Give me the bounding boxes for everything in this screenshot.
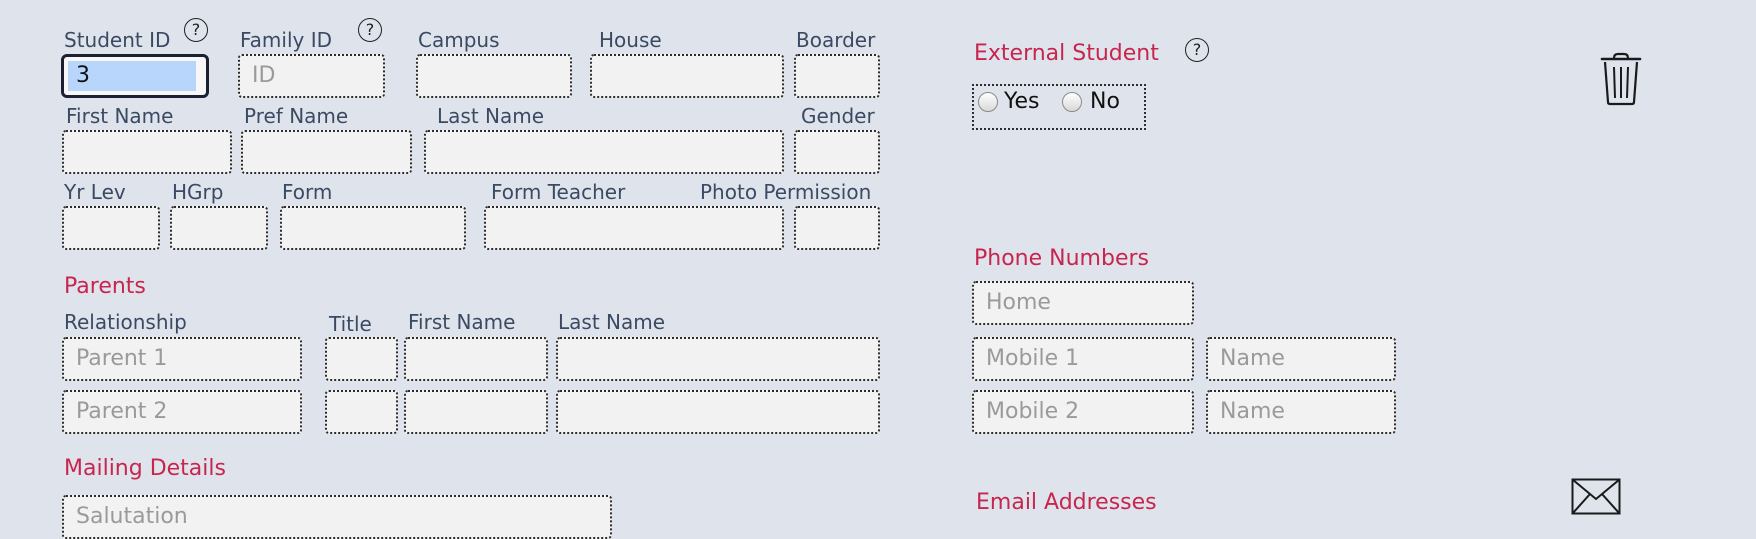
photo-permission-label: Photo Permission xyxy=(700,180,872,204)
envelope-icon[interactable] xyxy=(1571,478,1621,515)
parent1-title-field[interactable] xyxy=(325,337,398,381)
parent1-last-name-field[interactable] xyxy=(556,337,880,381)
form-field[interactable] xyxy=(280,206,466,250)
relationship-label: Relationship xyxy=(64,310,187,334)
last-name-label: Last Name xyxy=(437,104,545,128)
last-name-field[interactable] xyxy=(424,130,784,174)
mobile2-field[interactable]: Mobile 2 xyxy=(972,390,1194,434)
phone-numbers-heading: Phone Numbers xyxy=(974,246,1149,271)
hgrp-label: HGrp xyxy=(172,180,224,204)
family-id-field[interactable]: ID xyxy=(238,54,385,98)
form-teacher-label: Form Teacher xyxy=(491,180,626,204)
external-student-radio-group: Yes No xyxy=(972,84,1146,130)
external-no-radio[interactable] xyxy=(1062,92,1082,112)
student-id-label: Student ID xyxy=(64,28,171,52)
parent1-relationship-field[interactable]: Parent 1 xyxy=(62,337,302,381)
student-id-value: 3 xyxy=(68,61,196,91)
parent2-last-name-field[interactable] xyxy=(556,390,880,434)
student-id-field[interactable]: 3 xyxy=(61,54,209,98)
external-no-label[interactable]: No xyxy=(1090,88,1120,116)
first-name-label: First Name xyxy=(66,104,174,128)
parent-first-name-label: First Name xyxy=(408,310,516,334)
photo-permission-field[interactable] xyxy=(794,206,880,250)
first-name-field[interactable] xyxy=(62,130,232,174)
mailing-heading: Mailing Details xyxy=(64,456,226,481)
salutation-field[interactable]: Salutation xyxy=(62,495,612,539)
family-id-help-icon[interactable]: ? xyxy=(358,18,382,42)
mobile1-field[interactable]: Mobile 1 xyxy=(972,337,1194,381)
external-student-heading: External Student xyxy=(974,41,1159,66)
external-yes-label[interactable]: Yes xyxy=(1004,88,1040,116)
house-label: House xyxy=(599,28,662,52)
parent2-first-name-field[interactable] xyxy=(404,390,548,434)
home-phone-field[interactable]: Home xyxy=(972,281,1194,325)
yr-lev-label: Yr Lev xyxy=(64,180,126,204)
boarder-label: Boarder xyxy=(796,28,876,52)
campus-field[interactable] xyxy=(416,54,572,98)
parents-heading: Parents xyxy=(64,274,146,299)
external-yes-radio[interactable] xyxy=(978,92,998,112)
pref-name-label: Pref Name xyxy=(244,104,349,128)
email-addresses-heading: Email Addresses xyxy=(976,490,1157,515)
parent2-title-field[interactable] xyxy=(325,390,398,434)
hgrp-field[interactable] xyxy=(170,206,268,250)
mobile2-name-field[interactable]: Name xyxy=(1206,390,1396,434)
form-teacher-field[interactable] xyxy=(484,206,784,250)
gender-label: Gender xyxy=(801,104,875,128)
parent-title-label: Title xyxy=(329,312,372,336)
parent2-relationship-field[interactable]: Parent 2 xyxy=(62,390,302,434)
campus-label: Campus xyxy=(418,28,500,52)
parent-last-name-label: Last Name xyxy=(558,310,666,334)
external-student-help-icon[interactable]: ? xyxy=(1185,38,1209,62)
pref-name-field[interactable] xyxy=(241,130,412,174)
yr-lev-field[interactable] xyxy=(62,206,160,250)
house-field[interactable] xyxy=(590,54,784,98)
parent1-first-name-field[interactable] xyxy=(404,337,548,381)
trash-icon[interactable] xyxy=(1598,52,1644,106)
gender-field[interactable] xyxy=(794,130,880,174)
form-label: Form xyxy=(282,180,333,204)
mobile1-name-field[interactable]: Name xyxy=(1206,337,1396,381)
family-id-label: Family ID xyxy=(240,28,333,52)
student-id-help-icon[interactable]: ? xyxy=(184,18,208,42)
boarder-field[interactable] xyxy=(794,54,880,98)
